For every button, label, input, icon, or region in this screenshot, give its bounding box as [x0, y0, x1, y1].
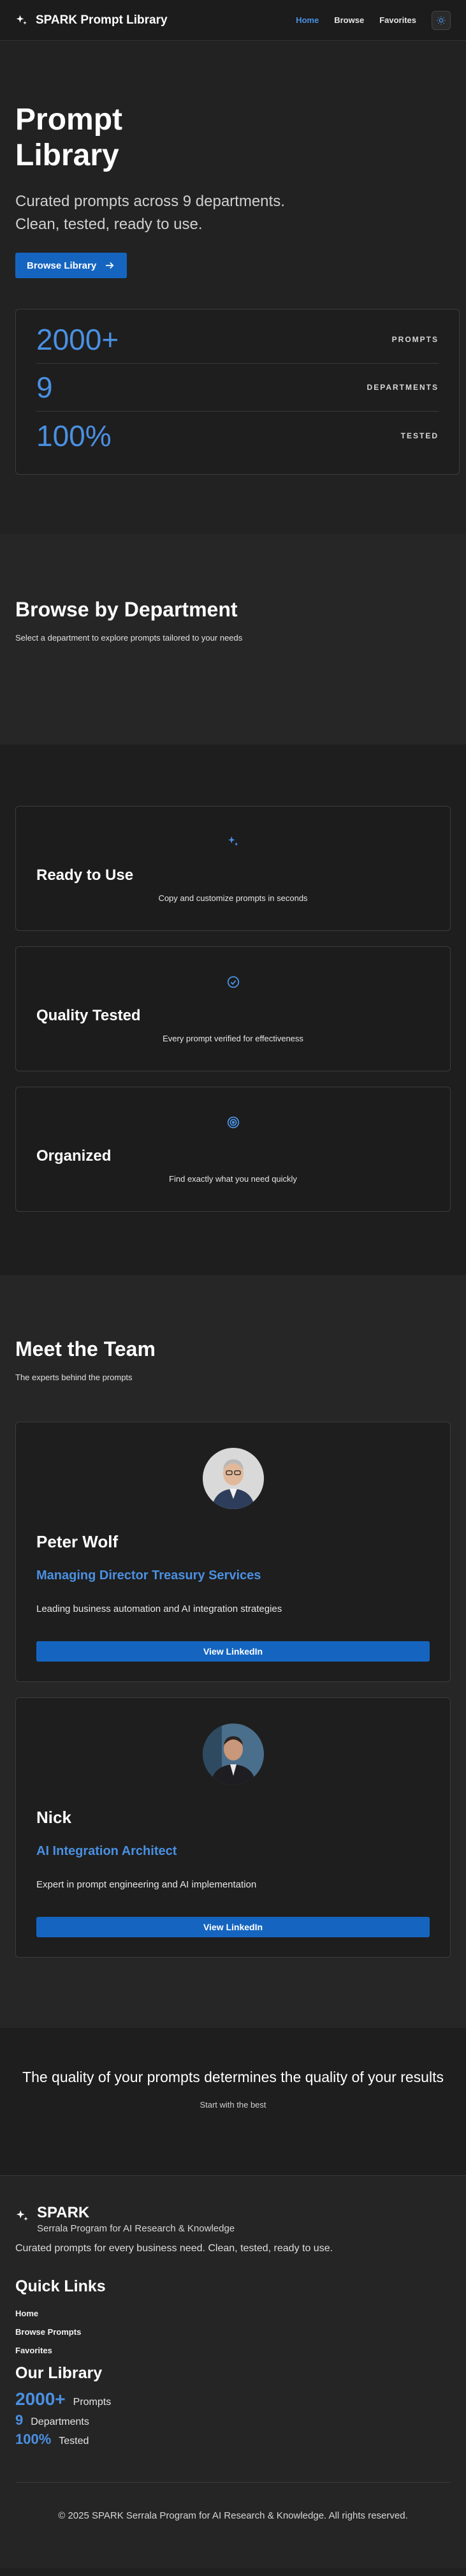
library-stat-value: 100%	[15, 2431, 52, 2447]
check-circle-icon	[227, 976, 239, 988]
stat-value: 9	[36, 371, 53, 404]
hero-title: Prompt Library	[15, 103, 122, 172]
stat-label: PROMPTS	[391, 335, 439, 344]
departments-section: Browse by Department Select a department…	[0, 534, 466, 745]
feature-card: Ready to Use Copy and customize prompts …	[15, 806, 451, 931]
stats-panel: 2000+ PROMPTS 9 DEPARTMENTS 100% TESTED	[15, 309, 460, 475]
sun-icon	[437, 15, 446, 25]
arrow-right-icon	[106, 262, 114, 269]
quote-subtext: Start with the best	[200, 2100, 266, 2110]
library-stat-value: 2000+	[15, 2389, 66, 2409]
library-stat: 9 Departments	[15, 2412, 451, 2429]
library-stat: 100% Tested	[15, 2431, 451, 2448]
features-section: Ready to Use Copy and customize prompts …	[0, 745, 466, 1275]
feature-title: Quality Tested	[36, 1007, 141, 1024]
library-stat-label: Prompts	[73, 2397, 112, 2408]
footer-brand-name: SPARK	[37, 2204, 90, 2221]
feature-description: Copy and customize prompts in seconds	[158, 893, 308, 903]
quick-links-title: Quick Links	[15, 2277, 106, 2295]
quote-section: The quality of your prompts determines t…	[0, 2028, 466, 2176]
view-linkedin-button[interactable]: View LinkedIn	[36, 1917, 430, 1937]
stat-value: 2000+	[36, 323, 119, 356]
footer-tagline: Curated prompts for every business need.…	[15, 2243, 333, 2254]
quick-links: Home Browse Prompts Favorites	[15, 2309, 451, 2355]
target-icon	[227, 1116, 239, 1129]
footer-brand: SPARK Serrala Program for AI Research & …	[15, 2204, 451, 2234]
feature-description: Find exactly what you need quickly	[169, 1174, 297, 1184]
team-member-card: Peter Wolf Managing Director Treasury Se…	[15, 1422, 451, 1682]
team-member-card: Nick AI Integration Architect Expert in …	[15, 1697, 451, 1958]
member-role: AI Integration Architect	[36, 1844, 177, 1858]
copyright: © 2025 SPARK Serrala Program for AI Rese…	[58, 2510, 408, 2521]
brand[interactable]: SPARK Prompt Library	[15, 13, 168, 27]
footer-link-home[interactable]: Home	[15, 2309, 451, 2318]
brand-title: SPARK Prompt Library	[36, 13, 168, 27]
library-stat-label: Tested	[59, 2436, 89, 2446]
browse-library-button[interactable]: Browse Library	[15, 253, 127, 278]
stat-row: 2000+ PROMPTS	[36, 316, 439, 364]
footer-divider	[15, 2482, 451, 2483]
member-role: Managing Director Treasury Services	[36, 1568, 261, 1582]
avatar	[202, 1724, 264, 1785]
nav-link-favorites[interactable]: Favorites	[379, 15, 416, 25]
member-description: Expert in prompt engineering and AI impl…	[36, 1879, 257, 1890]
library-stat-value: 9	[15, 2412, 24, 2428]
library-title: Our Library	[15, 2364, 103, 2382]
stat-label: TESTED	[400, 431, 439, 440]
feature-title: Ready to Use	[36, 867, 134, 884]
feature-description: Every prompt verified for effectiveness	[163, 1034, 303, 1043]
team-subtitle: The experts behind the prompts	[15, 1373, 133, 1382]
footer: SPARK Serrala Program for AI Research & …	[0, 2176, 466, 2568]
browse-library-label: Browse Library	[27, 260, 97, 271]
library-stats: 2000+ Prompts 9 Departments 100% Tested	[15, 2389, 451, 2448]
top-nav: SPARK Prompt Library Home Browse Favorit…	[0, 0, 466, 41]
hero-subtitle: Curated prompts across 9 departments. Cl…	[15, 193, 285, 233]
member-description: Leading business automation and AI integ…	[36, 1604, 282, 1614]
library-stat-label: Departments	[31, 2416, 89, 2427]
feature-title: Organized	[36, 1147, 112, 1165]
stat-value: 100%	[36, 419, 112, 452]
member-name: Nick	[36, 1808, 71, 1827]
library-stat: 2000+ Prompts	[15, 2389, 451, 2409]
stat-label: DEPARTMENTS	[367, 383, 439, 392]
feature-card: Quality Tested Every prompt verified for…	[15, 946, 451, 1071]
sparkles-icon	[16, 2210, 28, 2221]
team-section: Meet the Team The experts behind the pro…	[0, 1275, 466, 2028]
feature-card: Organized Find exactly what you need qui…	[15, 1087, 451, 1212]
stat-row: 9 DEPARTMENTS	[36, 364, 439, 412]
avatar	[202, 1448, 264, 1509]
nav-link-browse[interactable]: Browse	[334, 15, 364, 25]
theme-toggle-button[interactable]	[432, 10, 451, 30]
member-name: Peter Wolf	[36, 1532, 119, 1551]
departments-title: Browse by Department	[15, 598, 238, 621]
nav-links: Home Browse Favorites	[296, 10, 451, 30]
sparkles-icon	[16, 15, 27, 25]
departments-subtitle: Select a department to explore prompts t…	[15, 633, 243, 643]
stat-row: 100% TESTED	[36, 412, 439, 459]
nav-link-home[interactable]: Home	[296, 15, 319, 25]
footer-brand-subtitle: Serrala Program for AI Research & Knowle…	[37, 2223, 235, 2234]
quote-text: The quality of your prompts determines t…	[22, 2069, 444, 2085]
view-linkedin-button[interactable]: View LinkedIn	[36, 1641, 430, 1662]
footer-link-favorites[interactable]: Favorites	[15, 2346, 451, 2355]
hero-section: Prompt Library Curated prompts across 9 …	[0, 41, 466, 534]
footer-link-browse-prompts[interactable]: Browse Prompts	[15, 2327, 451, 2337]
team-title: Meet the Team	[15, 1337, 156, 1360]
sparkles-icon	[228, 836, 238, 846]
team-cards: Peter Wolf Managing Director Treasury Se…	[15, 1422, 451, 1958]
